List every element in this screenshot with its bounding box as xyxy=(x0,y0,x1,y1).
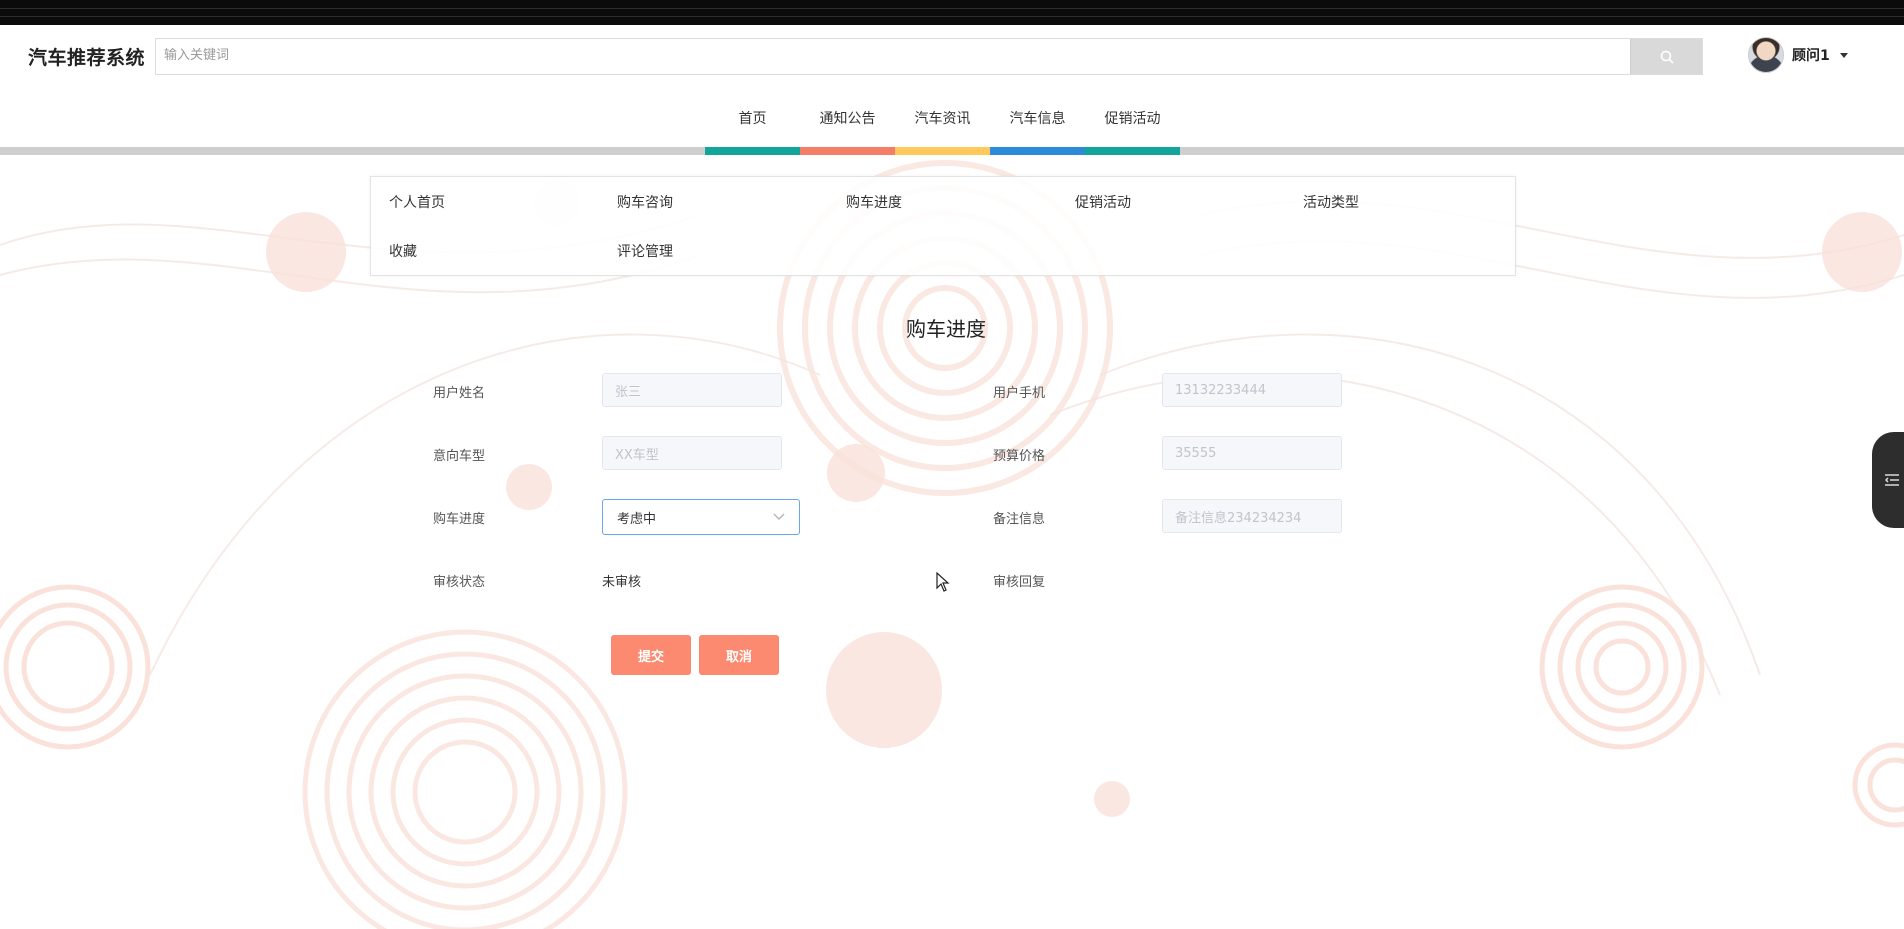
nav-underline-promotions xyxy=(1085,147,1180,155)
nav-underline-car-news xyxy=(895,147,990,155)
nav-underline-car-info xyxy=(990,147,1085,155)
menu-item-personal-home[interactable]: 个人首页 xyxy=(389,192,445,212)
page-title: 购车进度 xyxy=(906,317,986,341)
main-nav: 首页 通知公告 汽车资讯 汽车信息 促销活动 xyxy=(0,85,1904,147)
label-user-name: 用户姓名 xyxy=(433,386,486,401)
avatar xyxy=(1748,37,1784,73)
caret-down-icon xyxy=(1839,52,1848,58)
search-input[interactable] xyxy=(156,39,1642,72)
progress-select-value: 考虑中 xyxy=(617,511,657,527)
label-audit-status: 审核状态 xyxy=(433,575,486,590)
user-name: 顾问1 xyxy=(1792,48,1830,64)
user-name-field[interactable] xyxy=(602,373,782,407)
menu-item-activity-types[interactable]: 活动类型 xyxy=(1303,192,1359,212)
label-car-model: 意向车型 xyxy=(433,449,486,464)
nav-item-car-news[interactable]: 汽车资讯 xyxy=(895,85,990,153)
label-remark: 备注信息 xyxy=(993,512,1046,527)
personal-center-menu: 个人首页 购车咨询 购车进度 促销活动 活动类型 收藏 评论管理 xyxy=(370,176,1516,276)
audit-status-value: 未审核 xyxy=(602,575,642,590)
user-menu[interactable]: 顾问1 xyxy=(1748,37,1848,73)
search-icon xyxy=(1660,50,1674,64)
menu-item-purchase-consult[interactable]: 购车咨询 xyxy=(617,192,673,212)
remark-field[interactable] xyxy=(1162,499,1342,533)
car-model-field[interactable] xyxy=(602,436,782,470)
menu-item-comments[interactable]: 评论管理 xyxy=(617,241,673,261)
nav-item-home[interactable]: 首页 xyxy=(705,85,800,153)
brand-title: 汽车推荐系统 xyxy=(28,47,146,69)
cancel-button[interactable]: 取消 xyxy=(699,635,779,675)
menu-item-favorites[interactable]: 收藏 xyxy=(389,241,417,261)
search-bar xyxy=(155,38,1703,75)
mouse-cursor-icon xyxy=(936,571,950,596)
menu-list-icon xyxy=(1885,474,1899,486)
chevron-down-icon xyxy=(773,513,785,520)
label-audit-reply: 审核回复 xyxy=(993,575,1046,590)
progress-select[interactable]: 考虑中 xyxy=(602,499,800,535)
budget-field[interactable] xyxy=(1162,436,1342,470)
label-progress: 购车进度 xyxy=(433,512,486,527)
nav-item-car-info[interactable]: 汽车信息 xyxy=(990,85,1085,153)
user-phone-field[interactable] xyxy=(1162,373,1342,407)
nav-item-notices[interactable]: 通知公告 xyxy=(800,85,895,153)
header: 汽车推荐系统 顾问1 xyxy=(0,25,1904,85)
label-user-phone: 用户手机 xyxy=(993,386,1046,401)
nav-item-promotions[interactable]: 促销活动 xyxy=(1085,85,1180,153)
search-button[interactable] xyxy=(1630,39,1702,74)
window-top-bar xyxy=(0,0,1904,26)
side-toggle-button[interactable] xyxy=(1872,432,1904,528)
label-budget: 预算价格 xyxy=(993,449,1046,464)
nav-underline-home xyxy=(705,147,800,155)
menu-item-promotions[interactable]: 促销活动 xyxy=(1075,192,1131,212)
menu-item-purchase-progress[interactable]: 购车进度 xyxy=(846,192,902,212)
nav-underline-notices xyxy=(800,147,895,155)
submit-button[interactable]: 提交 xyxy=(611,635,691,675)
